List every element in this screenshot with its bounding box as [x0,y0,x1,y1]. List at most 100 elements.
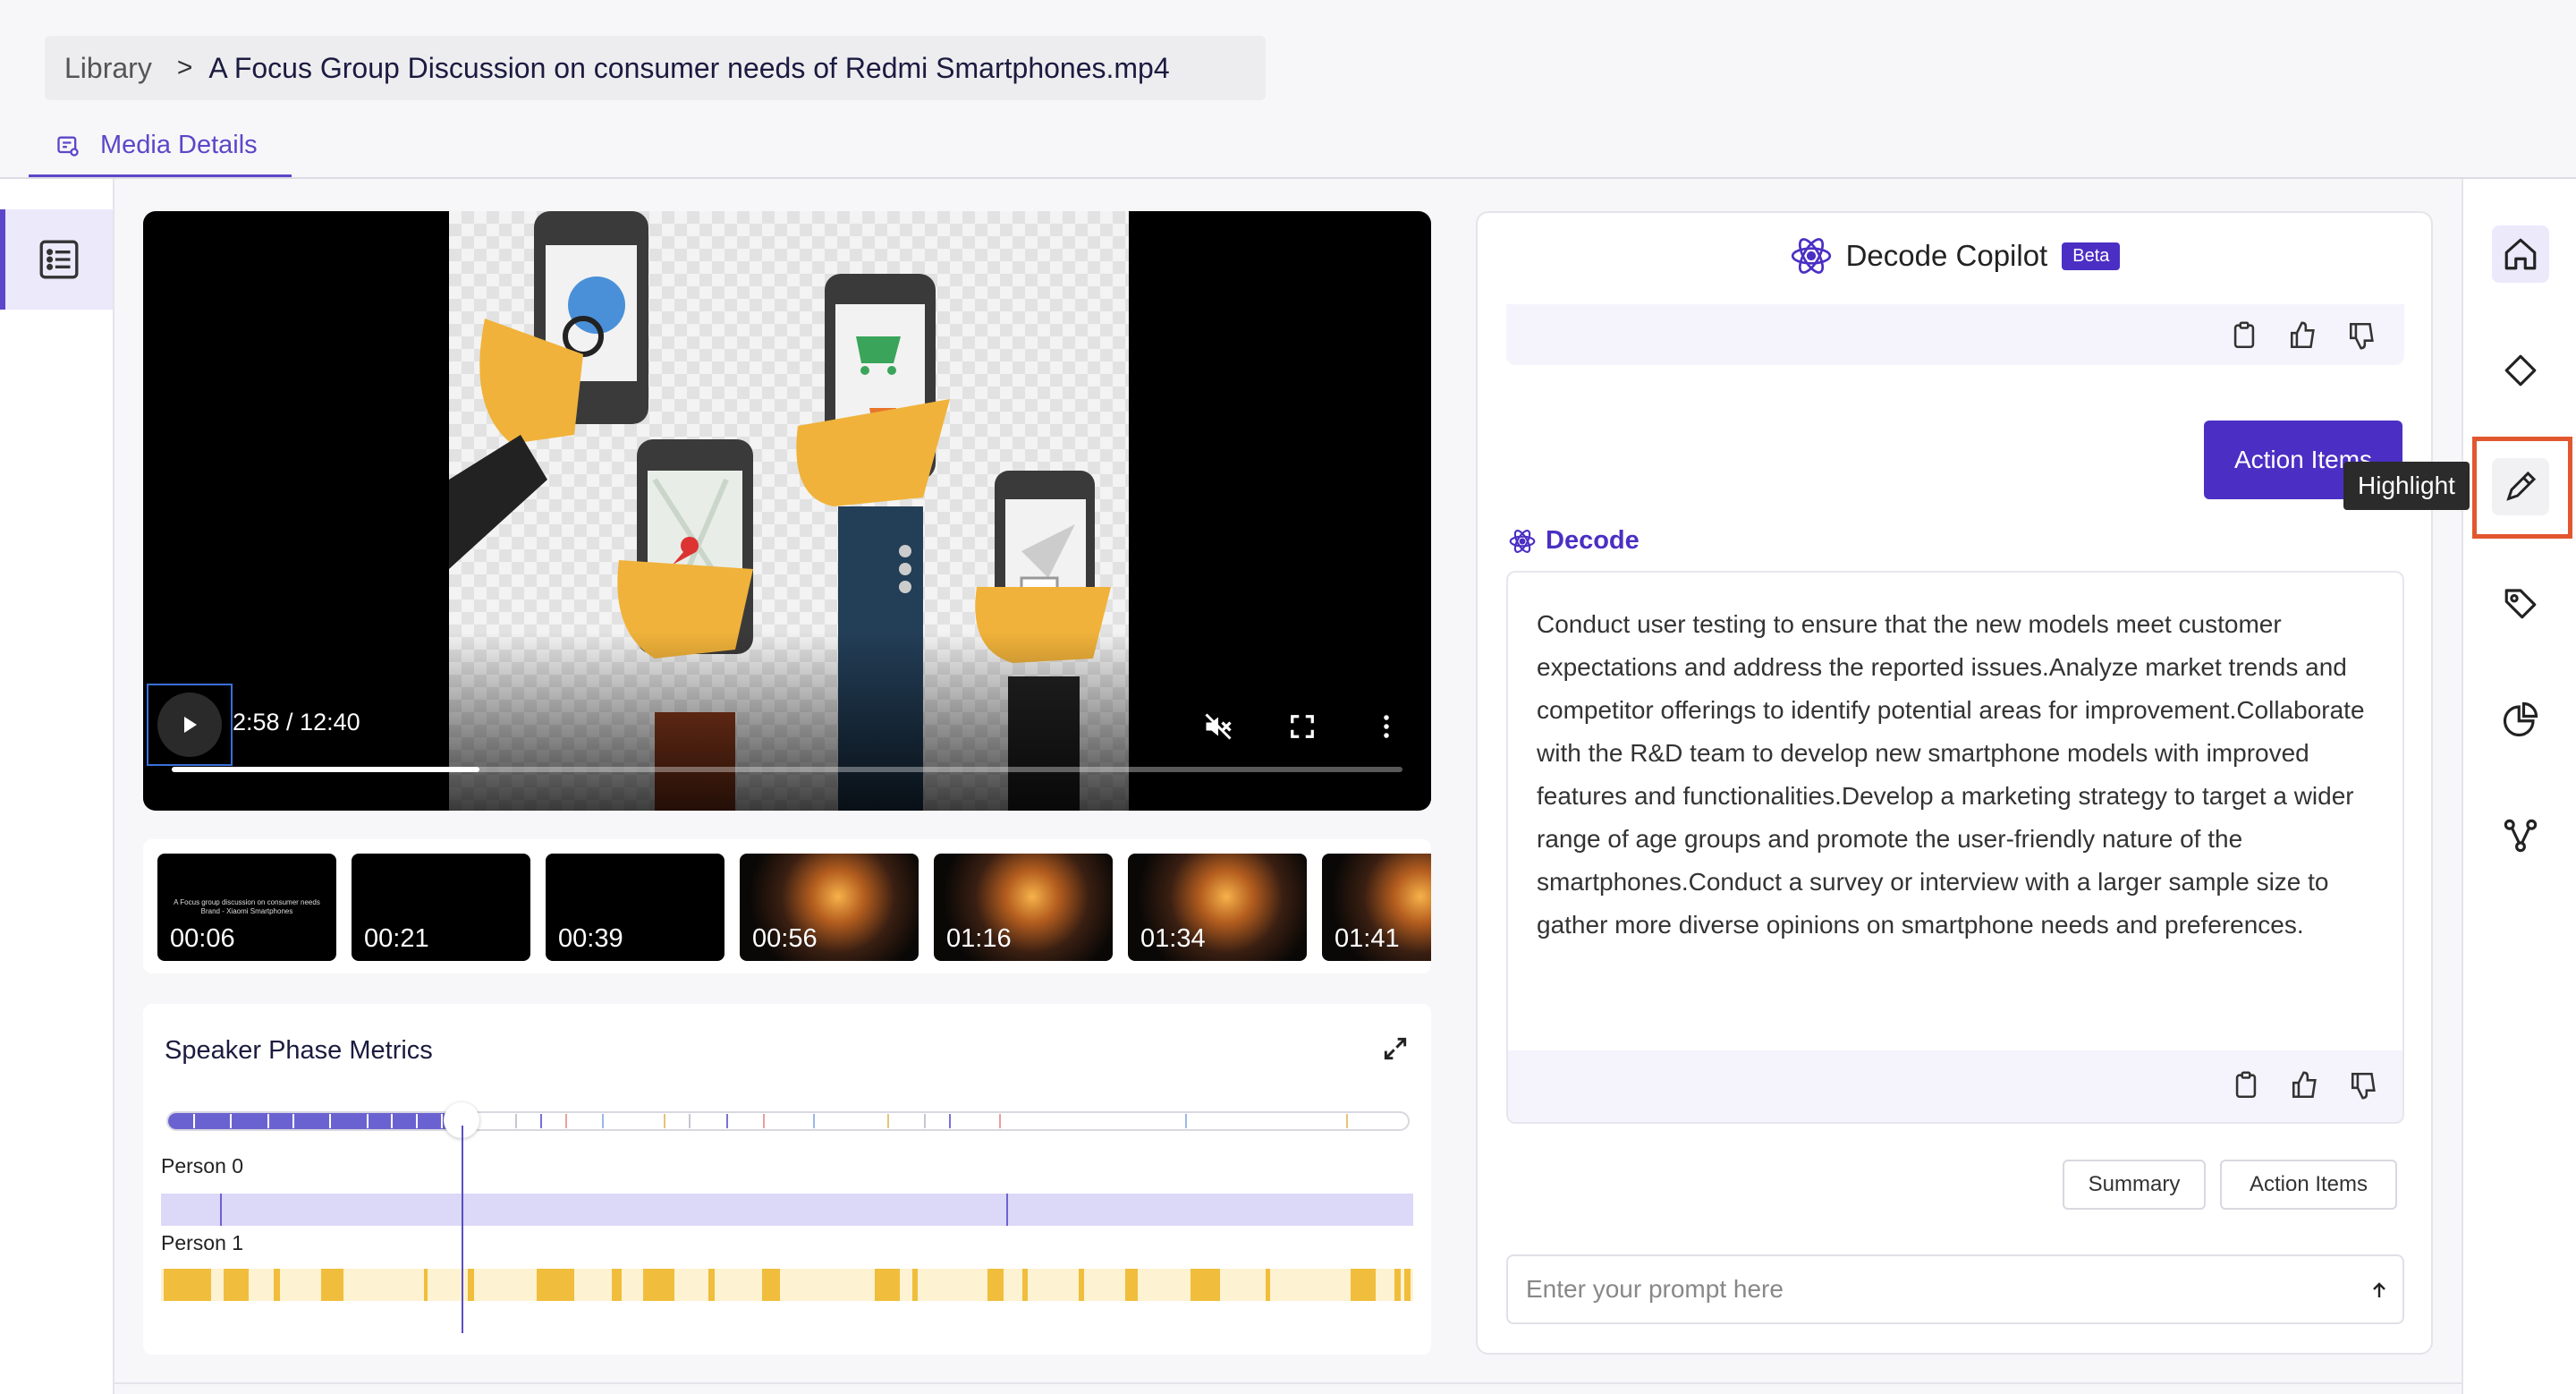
fullscreen-button[interactable] [1284,709,1320,744]
speaker-segment [321,1269,344,1301]
timeline-tick [1345,1114,1348,1128]
speaker-segment [537,1269,574,1301]
arrow-up-icon [2373,1282,2385,1297]
transcript-list-button[interactable] [0,209,113,310]
thumbnail-timestamp: 00:06 [170,924,235,953]
speaker-segment [1394,1269,1401,1301]
tag-outline-button[interactable] [2492,342,2549,399]
mute-button[interactable] [1200,709,1236,744]
video-player[interactable]: 2:58 / 12:40 [143,211,1431,811]
timeline-tick [267,1114,269,1128]
metrics-timeline-slider[interactable] [166,1111,1410,1131]
tag-icon [2504,589,2537,619]
scene-thumbnail[interactable]: 00:21 [352,854,530,961]
bottom-divider [114,1382,2462,1384]
speaker-segment [163,1269,211,1301]
scene-thumbnail-strip: A Focus group discussion on consumer nee… [143,839,1431,973]
timeline-tick [998,1114,1001,1128]
action-items-chip-button[interactable]: Action Items [2220,1160,2397,1210]
right-toolbar [2462,179,2576,1394]
mute-icon [1205,713,1232,740]
atom-icon [1509,529,1536,553]
timeline-tick [366,1114,369,1128]
timeline-tick [886,1114,889,1128]
timeline-tick [924,1114,927,1128]
decode-copilot-panel: Decode Copilot Beta Action Items Decode … [1476,211,2433,1355]
left-sidebar [0,179,114,1394]
summary-chip-button[interactable]: Summary [2063,1160,2206,1210]
timeline-tick [1184,1114,1187,1128]
video-progress-played [172,767,479,772]
tag-outline-icon [2504,354,2537,387]
thumbs-down-icon[interactable] [2349,1070,2379,1101]
timeline-tick [391,1114,394,1128]
assistant-name: Decode [1546,526,1640,555]
list-icon [39,240,79,279]
speaker-label-person-1: Person 1 [161,1231,244,1254]
timeline-tick [564,1114,567,1128]
speaker-segment [274,1269,280,1301]
thumbs-up-icon[interactable] [2290,1070,2320,1101]
home-button[interactable] [2492,225,2549,283]
speaker-segment [424,1269,428,1301]
tab-media-details[interactable]: Media Details [29,116,292,179]
scene-thumbnail[interactable]: 00:56 [740,854,919,961]
playhead-line [462,1126,463,1333]
thumbs-up-icon[interactable] [2288,320,2318,351]
more-icon [1384,715,1389,738]
timeline-tick [539,1114,542,1128]
scene-thumbnail[interactable]: A Focus group discussion on consumer nee… [157,854,336,961]
home-icon [2504,238,2537,270]
timeline-tick [664,1114,666,1128]
prompt-box [1506,1254,2404,1324]
chevron-right-icon: > [176,53,193,82]
highlight-tooltip: Highlight [2343,462,2470,510]
speaker-mark [1006,1194,1008,1226]
scene-thumbnail[interactable]: 01:34 [1128,854,1307,961]
speaker-segment [1265,1269,1271,1301]
speaker-segment [1351,1269,1376,1301]
analytics-button[interactable] [2492,691,2549,748]
speaker-segment [1190,1269,1221,1301]
speaker-segment [875,1269,900,1301]
timeline-tick [192,1114,195,1128]
clipboard-icon[interactable] [2231,1070,2261,1101]
assistant-response-card: Conduct user testing to ensure that the … [1506,571,2404,1124]
scene-thumbnail[interactable]: 01:16 [934,854,1113,961]
tab-label: Media Details [100,131,258,159]
speaker-segment [1022,1269,1028,1301]
speaker-phase-metrics-panel: Speaker Phase Metrics Person 0 Person 1 [143,1004,1431,1355]
more-options-button[interactable] [1368,709,1404,744]
thumbs-down-icon[interactable] [2347,320,2377,351]
speaker-segment [1404,1269,1411,1301]
header-divider [0,177,2576,179]
breadcrumb: Library > A Focus Group Discussion on co… [45,36,1266,100]
breadcrumb-library-link[interactable]: Library [64,52,152,85]
speaker-segment [762,1269,780,1301]
timeline-tick [230,1114,233,1128]
highlight-button-focus-outline [2472,437,2572,539]
share-button[interactable] [2492,807,2549,864]
expand-icon[interactable] [1381,1034,1410,1063]
video-progress-bar[interactable] [172,767,1402,772]
speaker-segment [1125,1269,1138,1301]
timeline-tick [763,1114,766,1128]
scene-thumbnail[interactable]: 00:39 [546,854,724,961]
tag-button[interactable] [2492,574,2549,632]
timeline-tick [689,1114,691,1128]
speaker-segment [224,1269,249,1301]
copilot-title: Decode Copilot [1845,239,2048,272]
prompt-input[interactable] [1526,1267,2331,1312]
timeline-tick [515,1114,518,1128]
scene-thumbnail[interactable]: 01:41 [1322,854,1431,961]
timeline-tick [292,1114,294,1128]
thumbnail-timestamp: 01:41 [1335,924,1400,953]
send-button[interactable] [2361,1272,2397,1308]
thumbnail-timestamp: 00:56 [752,924,818,953]
timeline-tick [725,1114,728,1128]
clipboard-icon[interactable] [2229,320,2259,351]
thumbnail-caption: A Focus group discussion on consumer nee… [174,898,320,915]
speaker-segment [468,1269,474,1301]
fullscreen-icon [1291,715,1314,738]
play-button[interactable] [147,684,233,766]
